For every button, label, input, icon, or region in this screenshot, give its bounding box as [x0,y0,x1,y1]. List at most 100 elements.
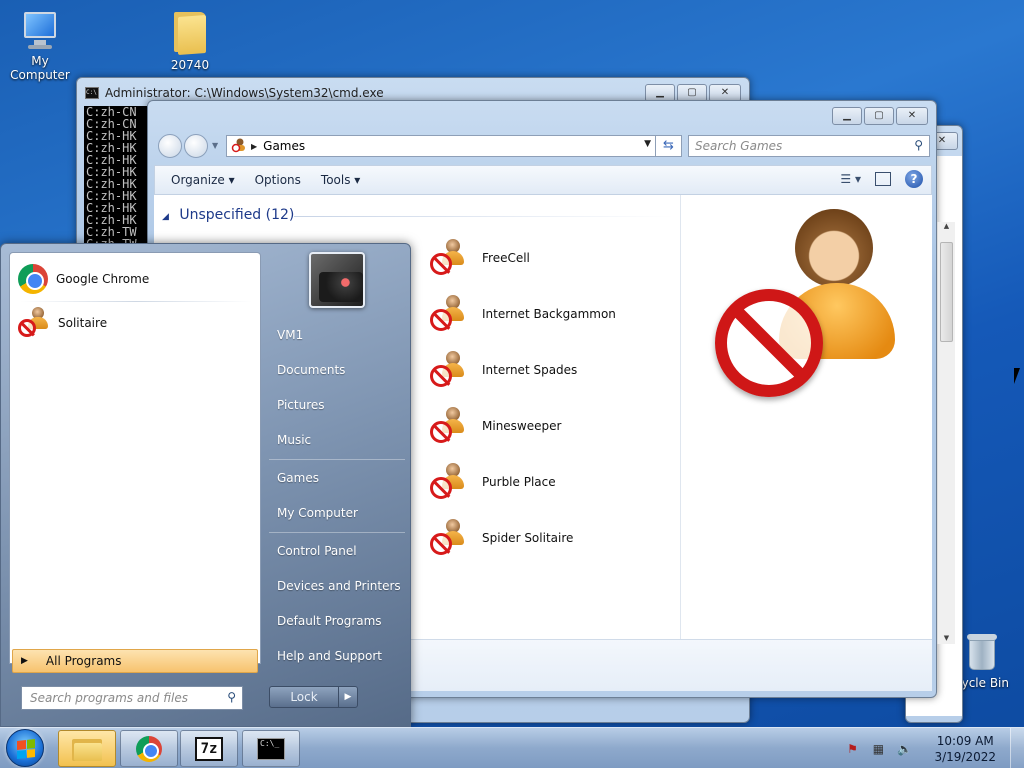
folder-icon [72,737,102,761]
7zip-icon: 7z [195,736,223,761]
breadcrumb-arrow-icon[interactable]: ▶ [251,142,257,151]
organize-menu[interactable]: Organize ▾ [161,173,245,187]
taskbar-windows-explorer[interactable] [58,730,116,767]
forward-button[interactable] [184,134,208,158]
games-folder-icon [231,137,247,156]
start-right-games[interactable]: Games [277,471,319,485]
start-item-google-chrome[interactable]: Google Chrome [14,259,258,299]
scrollbar-thumb[interactable] [940,242,953,342]
parental-controls-blocked-icon [715,209,915,409]
scroll-down-icon[interactable]: ▼ [938,634,955,642]
tools-menu[interactable]: Tools ▾ [311,173,370,187]
start-search-input[interactable]: Search programs and files ⚲ [21,686,243,710]
start-right-help-and-support[interactable]: Help and Support [277,649,382,663]
game-blocked-icon [430,463,470,501]
search-icon[interactable]: ⚲ [227,690,236,704]
recycle-bin-icon [965,632,999,672]
preview-pane-icon[interactable] [875,172,891,186]
taskbar: 7z C:\_ ⚑ ▦ 🔈 10:09 AM 3/19/2022 [0,727,1024,768]
preview-pane [680,195,932,639]
options-button[interactable]: Options [245,173,311,187]
windows-logo-icon [17,739,35,759]
game-label: FreeCell [482,251,530,265]
desktop-icon-label: My Computer [10,54,70,82]
chrome-icon [18,264,48,294]
refresh-button[interactable]: ⇆ [656,135,682,157]
taskbar-7zip[interactable]: 7z [180,730,238,767]
desktop-icon-label: 20740 [170,58,210,72]
start-item-solitaire[interactable]: Solitaire [14,303,258,343]
search-icon[interactable]: ⚲ [914,138,923,152]
start-search-placeholder: Search programs and files [30,691,188,705]
scrollbar[interactable]: ▲ ▼ [937,222,955,644]
clock-time: 10:09 AM [936,733,994,748]
close-button[interactable]: ✕ [896,107,928,125]
clock[interactable]: 10:09 AM 3/19/2022 [934,733,996,765]
start-right-documents[interactable]: Documents [277,363,345,377]
taskbar-google-chrome[interactable] [120,730,178,767]
show-desktop-button[interactable] [1010,728,1024,768]
cmd-title: C:\ Administrator: C:\Windows\System32\c… [85,86,384,100]
back-button[interactable] [158,134,182,158]
maximize-button[interactable]: ▢ [864,107,894,125]
start-menu: Google Chrome Solitaire ▶ All Programs S… [0,243,411,727]
game-item-spider-solitaire[interactable]: Spider Solitaire [430,519,573,557]
minimize-button[interactable]: ▁ [832,107,862,125]
start-right-vm1[interactable]: VM1 [277,328,303,342]
computer-icon [18,10,62,50]
game-item-internet-spades[interactable]: Internet Spades [430,351,577,389]
recent-pages-chevron-icon[interactable]: ▼ [212,141,218,150]
start-item-label: Solitaire [58,316,108,330]
solitaire-icon [18,307,50,339]
game-item-minesweeper[interactable]: Minesweeper [430,407,561,445]
lock-button[interactable]: Lock [269,686,339,708]
game-label: Internet Spades [482,363,578,377]
notification-area: ⚑ ▦ 🔈 10:09 AM 3/19/2022 [844,728,1018,768]
start-right-music[interactable]: Music [277,433,311,447]
start-right-default-programs[interactable]: Default Programs [277,614,382,628]
network-icon[interactable]: ▦ [870,741,886,757]
arrow-right-icon: ▶ [21,656,28,666]
game-item-freecell[interactable]: FreeCell [430,239,530,277]
game-blocked-icon [430,295,470,333]
game-item-internet-backgammon[interactable]: Internet Backgammon [430,295,616,333]
start-right-my-computer[interactable]: My Computer [277,506,358,520]
chrome-icon [136,735,162,762]
cmd-icon: C:\_ [257,737,285,760]
breadcrumb[interactable]: Games [263,139,305,153]
desktop-icon-my-computer[interactable]: My Computer [0,10,80,82]
start-right-devices-and-printers[interactable]: Devices and Printers [277,579,401,593]
cmd-title-text: Administrator: C:\Windows\System32\cmd.e… [105,86,384,100]
start-right-pictures[interactable]: Pictures [277,398,325,412]
shutdown-options-icon[interactable]: ▶ [338,686,358,708]
scroll-up-icon[interactable]: ▲ [938,222,955,230]
group-header[interactable]: ◢ Unspecified (12) [162,207,294,223]
command-bar: Organize ▾ Options Tools ▾ ☰ ▾ ? [154,165,932,195]
game-item-purble-place[interactable]: Purble Place [430,463,556,501]
desktop-icon-20740[interactable]: 20740 [150,8,230,72]
search-input[interactable]: Search Games ⚲ [688,135,930,157]
user-avatar[interactable] [309,252,365,308]
address-bar[interactable]: ▶ Games ▼ [226,135,656,157]
game-label: Purble Place [482,475,556,489]
address-dropdown-icon[interactable]: ▼ [644,139,651,149]
taskbar-command-prompt[interactable]: C:\_ [242,730,300,767]
start-right-control-panel[interactable]: Control Panel [277,544,357,558]
search-placeholder: Search Games [695,139,783,153]
start-item-label: Google Chrome [56,272,150,286]
game-label: Spider Solitaire [482,531,574,545]
volume-icon[interactable]: 🔈 [896,741,912,757]
folder-icon [172,8,208,55]
game-blocked-icon [430,407,470,445]
game-blocked-icon [430,351,470,389]
start-menu-programs-pane: Google Chrome Solitaire ▶ All Programs [9,252,261,673]
all-programs-button[interactable]: ▶ All Programs [12,649,258,673]
start-button[interactable] [6,729,44,767]
help-icon[interactable]: ? [905,170,923,188]
mouse-cursor-icon [1014,368,1020,384]
clock-date: 3/19/2022 [934,749,996,764]
view-options-icon[interactable]: ☰ ▾ [840,172,861,186]
collapse-icon[interactable]: ◢ [162,212,169,222]
action-center-flag-icon[interactable]: ⚑ [844,741,860,757]
navigation-bar: ▼ ▶ Games ▼ ⇆ Search Games ⚲ [154,133,932,159]
